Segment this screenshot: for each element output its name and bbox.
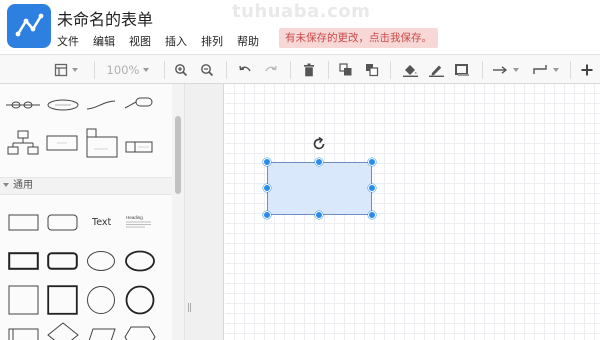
resize-handle-n[interactable]	[315, 158, 323, 166]
to-front-button[interactable]	[336, 55, 356, 84]
resize-handle-e[interactable]	[368, 184, 376, 192]
delete-button[interactable]	[300, 55, 318, 84]
page-view-icon	[54, 63, 68, 77]
toolbar-divider	[570, 61, 571, 79]
shape-circle-bold[interactable]	[124, 285, 156, 319]
shape-hexagon[interactable]	[124, 326, 156, 340]
shape-labeled-box[interactable]	[46, 135, 78, 155]
zoom-out-button[interactable]	[198, 55, 216, 84]
connection-style-button[interactable]	[490, 55, 522, 84]
shape-ellipse-bold[interactable]	[124, 250, 156, 276]
shape-process[interactable]	[8, 328, 39, 340]
undo-icon	[238, 64, 252, 76]
fill-color-icon	[402, 63, 418, 77]
shape-rounded-rectangle-bold[interactable]	[47, 252, 78, 274]
shape-folder[interactable]	[86, 128, 118, 162]
line-color-button[interactable]	[426, 55, 446, 84]
fill-color-button[interactable]	[400, 55, 420, 84]
zoom-select[interactable]: 100%	[100, 55, 156, 84]
to-back-button[interactable]	[362, 55, 382, 84]
insert-plus-icon	[581, 64, 593, 76]
sidebar-scrollbar-thumb[interactable]	[175, 116, 181, 194]
toolbar-divider	[226, 61, 227, 79]
undo-button[interactable]	[236, 55, 254, 84]
shape-split-box[interactable]	[125, 138, 153, 157]
chevron-down-icon	[553, 67, 559, 72]
shape-square-bold[interactable]	[47, 285, 78, 319]
shape-rectangle-bold[interactable]	[8, 252, 39, 274]
section-general-header[interactable]: 通用	[0, 177, 172, 195]
shape-textbox-heading: Heading	[126, 215, 143, 220]
shape-link-connector[interactable]	[6, 96, 40, 115]
waypoint-icon	[533, 64, 549, 76]
document-title[interactable]: 未命名的表单	[57, 6, 153, 30]
menu-help[interactable]: 帮助	[237, 33, 259, 49]
shadow-icon	[455, 63, 469, 76]
toolbar: 100%	[0, 54, 600, 84]
shadow-button[interactable]	[452, 55, 472, 84]
rotate-handle-icon[interactable]	[312, 136, 326, 155]
page-view-button[interactable]	[50, 55, 82, 84]
sidebar-splitter[interactable]: ||	[184, 84, 224, 340]
expand-triangle-icon	[3, 183, 9, 187]
selected-rectangle-shape[interactable]	[267, 162, 372, 215]
menu-view[interactable]: 视图	[129, 33, 151, 49]
resize-handle-ne[interactable]	[368, 158, 376, 166]
toolbar-divider	[94, 61, 95, 79]
shape-ellipse-label[interactable]	[47, 96, 79, 115]
delete-icon	[303, 63, 315, 77]
menu-bar: 文件 编辑 视图 插入 排列 帮助	[57, 33, 273, 49]
redo-icon	[264, 64, 278, 76]
shape-ellipse[interactable]	[86, 250, 116, 276]
toolbar-divider	[482, 61, 483, 79]
shape-textbox[interactable]: Heading	[125, 214, 153, 234]
chevron-down-icon	[513, 67, 519, 72]
splitter-grip-icon[interactable]: ||	[187, 303, 192, 313]
shape-parallelogram[interactable]	[86, 328, 116, 340]
app-header: 未命名的表单 tuhuaba.com 文件 编辑 视图 插入 排列 帮助 有未保…	[0, 0, 600, 54]
zoom-in-icon	[174, 63, 188, 77]
shape-rounded-rectangle[interactable]	[47, 214, 78, 235]
to-front-icon	[339, 62, 353, 77]
menu-file[interactable]: 文件	[57, 33, 79, 49]
shape-circle[interactable]	[86, 285, 116, 319]
watermark-text: tuhuaba.com	[232, 1, 371, 22]
menu-insert[interactable]: 插入	[165, 33, 187, 49]
shape-sidebar: 通用 Text Heading	[0, 84, 172, 340]
redo-button[interactable]	[262, 55, 280, 84]
shape-curve-connector[interactable]	[86, 96, 116, 115]
zoom-out-icon	[200, 63, 214, 77]
section-general-label: 通用	[13, 180, 33, 191]
waypoint-style-button[interactable]	[530, 55, 562, 84]
toolbar-divider	[164, 61, 165, 79]
resize-handle-s[interactable]	[315, 211, 323, 219]
connection-arrow-icon	[493, 65, 509, 75]
menu-edit[interactable]: 编辑	[93, 33, 115, 49]
chevron-down-icon	[143, 67, 150, 72]
chevron-down-icon	[72, 67, 78, 72]
resize-handle-se[interactable]	[368, 211, 376, 219]
toolbar-divider	[328, 61, 329, 79]
sidebar-scrollbar[interactable]	[172, 84, 184, 340]
resize-handle-nw[interactable]	[263, 158, 271, 166]
diagram-canvas[interactable]	[225, 84, 600, 340]
unsaved-changes-notice[interactable]: 有未保存的更改，点击我保存。	[279, 28, 438, 48]
shape-rectangle[interactable]	[8, 214, 39, 235]
zoom-in-button[interactable]	[172, 55, 190, 84]
menu-arrange[interactable]: 排列	[201, 33, 223, 49]
resize-handle-sw[interactable]	[263, 211, 271, 219]
shape-tree[interactable]	[7, 130, 39, 160]
shape-diamond[interactable]	[47, 322, 79, 340]
toolbar-divider	[390, 61, 391, 79]
to-back-icon	[365, 63, 379, 77]
toolbar-divider	[290, 61, 291, 79]
shape-callout-connector[interactable]	[124, 95, 154, 114]
insert-button[interactable]	[578, 55, 596, 84]
shape-square[interactable]	[8, 285, 39, 319]
app-logo-icon[interactable]	[7, 4, 51, 48]
shape-text[interactable]: Text	[92, 217, 111, 228]
resize-handle-w[interactable]	[263, 184, 271, 192]
line-color-icon	[428, 63, 444, 77]
zoom-level: 100%	[106, 62, 140, 77]
